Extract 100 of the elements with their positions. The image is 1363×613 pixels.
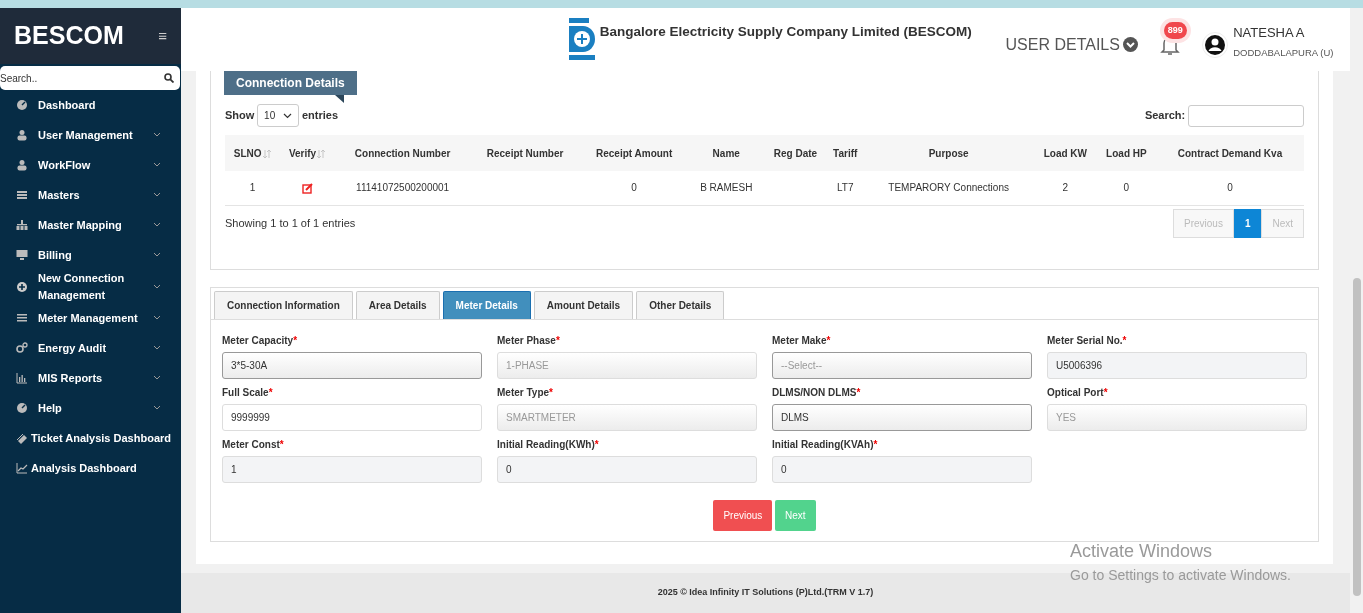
table-cell: TEMPARORY Connections [863,171,1034,205]
sidebar-item[interactable]: Help [0,393,181,423]
bar-chart-icon [16,372,28,384]
table-cell: 0 [1155,171,1304,205]
table-cell: 1 [225,171,281,205]
tab[interactable]: Amount Details [533,291,634,319]
dropdown-field[interactable]: 3*5-30A [222,352,482,379]
sidebar-item[interactable]: Energy Audit [0,333,181,363]
input-field[interactable]: 0 [497,456,757,483]
column-header[interactable]: Receipt Amount [579,135,689,171]
tab[interactable]: Area Details [355,291,440,319]
activation-title: Activate Windows [1070,540,1214,563]
hierarchy-icon [16,219,28,231]
chevron-icon [153,315,161,321]
menu-toggle[interactable]: ≡ [158,24,167,48]
search-label: Search: [1144,108,1186,124]
column-header[interactable]: Purpose [863,135,1034,171]
field-label: Meter Make* [772,334,832,348]
gauge-icon [16,402,28,414]
person-icon [16,129,28,141]
chevron-icon [153,192,161,198]
input-field[interactable]: 9999999 [222,404,482,431]
user-details-dropdown[interactable]: USER DETAILS [1005,32,1138,57]
table-cell: B RAMESH [688,171,764,205]
company-logo [567,17,597,62]
sidebar-item[interactable]: MIS Reports [0,363,181,393]
chevron-icon [153,132,161,138]
chevron-icon [153,345,161,351]
show-label: Show [225,108,255,124]
field-label: DLMS/NON DLMS* [772,386,862,400]
chevron-icon [153,283,161,290]
previous-button[interactable]: Previous [713,500,773,531]
gauge-icon [16,99,28,111]
edit-icon[interactable] [302,183,314,195]
list-icon [16,312,28,324]
ticket-icon [16,432,28,444]
table-cell: LT7 [826,171,864,205]
column-header[interactable]: Contract Demand Kva [1155,135,1304,171]
sidebar-item[interactable]: Billing [0,240,181,270]
input-field[interactable]: 0 [772,456,1032,483]
chevron-circle-icon [1122,37,1138,52]
column-header[interactable]: SLNO [225,135,281,171]
column-header[interactable]: Tariff [826,135,864,171]
scrollbar-thumb[interactable] [1352,278,1361,596]
plus-circle-icon [16,280,28,293]
column-header[interactable]: Reg Date [763,135,827,171]
column-header[interactable]: Verify [280,135,335,171]
gears-icon [16,342,28,354]
sidebar-item[interactable]: Master Mapping [0,210,181,240]
input-field[interactable]: U5006396 [1047,352,1307,379]
page-size-select[interactable]: 10 [257,104,300,127]
column-header[interactable]: Name [688,135,764,171]
sidebar-item[interactable]: User Management [0,120,181,150]
sidebar-item[interactable]: Dashboard [0,90,181,120]
line-chart-icon [16,462,28,474]
sidebar-item[interactable]: WorkFlow [0,150,181,180]
section-title: Connection Details [224,71,357,95]
field-label: Meter Phase* [497,334,561,348]
sidebar-item[interactable]: Analysis Dashboard [0,453,181,483]
chevron-icon [283,112,293,119]
field-label: Meter Const* [222,438,285,452]
tab[interactable]: Connection Information [214,291,353,319]
company-title: Bangalore Electricity Supply Company Limited (BESCOM) [599,23,972,41]
search-field[interactable]: Search.. [0,66,180,90]
chevron-icon [153,405,161,411]
field-label: Meter Capacity* [222,334,299,348]
sidebar-item[interactable]: Masters [0,180,181,210]
search-icon[interactable] [164,73,174,83]
field-label: Optical Port* [1047,386,1109,400]
field-label: Initial Reading(KWh)* [497,438,600,452]
table-cell: 11141072500200001 [334,171,471,205]
table-cell: 0 [579,171,689,205]
tab[interactable]: Other Details [636,291,725,319]
sidebar-item[interactable]: New Connection Management [0,270,181,303]
chevron-icon [153,222,161,228]
user-location: DODDABALAPURA (U) [1233,45,1334,60]
chevron-icon [153,162,161,168]
ribbon-fold [335,95,344,103]
input-field[interactable]: 1 [222,456,482,483]
field-label: Initial Reading(KVAh)* [772,438,879,452]
table-cell: 0 [1096,171,1156,205]
column-header[interactable]: Connection Number [334,135,471,171]
person-icon [16,159,28,171]
sidebar-item[interactable]: Meter Management [0,303,181,333]
list-icon [16,189,28,201]
table-cell: 2 [1033,171,1097,205]
monitor-icon [16,249,28,261]
table-search-field[interactable] [1188,104,1304,127]
user-avatar[interactable] [1201,31,1228,58]
page-button[interactable]: 1 [1233,208,1262,238]
sidebar-item[interactable]: Ticket Analysis Dashboard [0,423,181,453]
column-header[interactable]: Load HP [1096,135,1156,171]
column-header[interactable]: Receipt Number [470,135,580,171]
entries-label: entries [301,108,339,124]
brand-name: BESCOM [14,20,124,52]
tab[interactable]: Meter Details [442,291,531,319]
column-header[interactable]: Load KW [1033,135,1097,171]
user-name: NATESHA A [1233,24,1306,43]
chevron-icon [153,252,161,258]
dropdown-field[interactable]: DLMS [772,404,1032,431]
